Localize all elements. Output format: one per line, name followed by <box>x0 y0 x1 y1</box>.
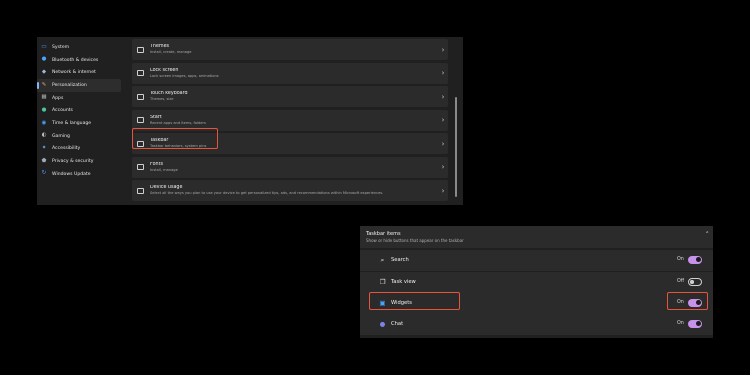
sidebar-item-accessibility[interactable]: ✦ Accessibility <box>37 143 125 156</box>
keyboard-icon <box>137 93 144 100</box>
accessibility-icon: ✦ <box>41 145 47 152</box>
settings-row-touch-keyboard[interactable]: Touch keyboard Themes, size › <box>132 86 448 107</box>
item-label: Chat <box>391 321 404 327</box>
taskbar-item-chat: ● Chat On <box>360 314 713 335</box>
themes-icon <box>137 46 144 53</box>
settings-window: ▭ System ● Bluetooth & devices ◆ Network… <box>37 37 463 205</box>
chevron-right-icon: › <box>441 69 445 77</box>
chevron-right-icon: › <box>441 92 445 101</box>
toggle-state-label: On <box>677 257 684 262</box>
fonts-icon <box>137 164 144 170</box>
start-icon <box>137 117 144 123</box>
gamepad-icon: ◐ <box>41 132 47 139</box>
bluetooth-icon: ● <box>41 56 47 63</box>
row-subtitle: Install, manage <box>150 167 178 172</box>
sidebar-item-privacy[interactable]: ⬟ Privacy & security <box>37 155 125 168</box>
scrollbar[interactable] <box>455 97 457 197</box>
section-title: Taskbar items <box>366 231 401 237</box>
apps-icon: ▦ <box>41 94 47 101</box>
toggle-state-label: Off <box>677 279 685 284</box>
chevron-right-icon: › <box>441 116 445 124</box>
sidebar-item-label: Accounts <box>52 108 73 114</box>
row-subtitle: Select all the ways you plan to use your… <box>150 191 384 195</box>
device-usage-icon <box>137 187 144 194</box>
personalization-panel: Themes Install, create, manage › Lock sc… <box>132 39 448 204</box>
settings-row-themes[interactable]: Themes Install, create, manage › <box>132 39 448 60</box>
sidebar-item-label: Time & language <box>52 120 92 126</box>
chevron-right-icon: › <box>441 163 445 171</box>
section-subtitle: Show or hide buttons that appear on the … <box>366 238 464 243</box>
globe-clock-icon: ◉ <box>41 119 47 126</box>
sidebar-item-accounts[interactable]: ● Accounts <box>37 104 125 117</box>
sidebar-item-label: Gaming <box>52 133 70 139</box>
taskbar-items-header[interactable]: Taskbar items Show or hide buttons that … <box>360 226 713 248</box>
item-label: Task view <box>391 279 416 285</box>
sidebar-item-network[interactable]: ◆ Network & internet <box>37 66 125 79</box>
row-subtitle: Themes, size <box>150 97 174 101</box>
taskbar-items-window: Taskbar items Show or hide buttons that … <box>360 226 713 338</box>
sidebar-item-system[interactable]: ▭ System <box>37 41 125 54</box>
task-view-toggle[interactable] <box>688 278 702 286</box>
settings-row-lock-screen[interactable]: Lock screen Lock screen images, apps, an… <box>132 62 448 84</box>
sidebar-item-label: Accessibility <box>52 146 81 152</box>
taskbar-row-highlight <box>132 128 218 149</box>
sidebar: ▭ System ● Bluetooth & devices ◆ Network… <box>37 41 125 181</box>
chat-toggle[interactable] <box>688 320 702 328</box>
sidebar-item-label: Network & internet <box>52 70 96 76</box>
sidebar-item-label: Privacy & security <box>52 159 94 165</box>
lock-screen-icon <box>137 70 144 76</box>
brush-icon: ✎ <box>41 81 47 88</box>
toggle-state-label: On <box>677 321 684 326</box>
settings-row-fonts[interactable]: Fonts Install, manage › <box>132 156 448 178</box>
sidebar-item-gaming[interactable]: ◐ Gaming <box>37 130 125 143</box>
widgets-toggle-highlight <box>667 292 708 310</box>
chat-icon: ● <box>379 320 386 329</box>
shield-icon: ⬟ <box>41 157 47 164</box>
monitor-icon: ▭ <box>41 43 47 50</box>
sidebar-item-bluetooth[interactable]: ● Bluetooth & devices <box>37 54 125 67</box>
sidebar-item-time-language[interactable]: ◉ Time & language <box>37 117 125 130</box>
row-subtitle: Lock screen images, apps, animations <box>150 73 219 78</box>
chevron-up-icon[interactable]: ˄ <box>706 231 710 239</box>
settings-row-device-usage[interactable]: Device usage Select all the ways you pla… <box>132 180 448 201</box>
row-subtitle: Recent apps and items, folders <box>150 120 206 125</box>
sidebar-item-windows-update[interactable]: ↻ Windows Update <box>37 168 125 181</box>
sidebar-item-label: Personalization <box>52 82 87 88</box>
sidebar-item-label: Apps <box>52 95 64 101</box>
sidebar-item-label: Bluetooth & devices <box>52 57 99 63</box>
taskbar-item-task-view: ❐ Task view Off <box>360 272 713 293</box>
chevron-right-icon: › <box>441 139 445 148</box>
row-subtitle: Install, create, manage <box>150 50 192 54</box>
chevron-right-icon: › <box>441 45 445 54</box>
chevron-right-icon: › <box>441 186 445 195</box>
refresh-icon: ↻ <box>41 170 47 177</box>
sidebar-item-label: System <box>52 44 70 50</box>
person-icon: ● <box>41 107 47 114</box>
widgets-label-highlight <box>369 292 460 310</box>
search-icon: ⌕ <box>380 256 385 265</box>
task-view-icon: ❐ <box>379 278 386 287</box>
taskbar-item-search: ⌕ Search On <box>360 250 713 271</box>
sidebar-item-personalization[interactable]: ✎ Personalization <box>37 79 121 92</box>
sidebar-item-apps[interactable]: ▦ Apps <box>37 92 125 105</box>
sidebar-item-label: Windows Update <box>52 171 91 177</box>
search-toggle[interactable] <box>688 256 702 264</box>
item-label: Search <box>391 257 409 263</box>
wifi-icon: ◆ <box>41 68 47 75</box>
